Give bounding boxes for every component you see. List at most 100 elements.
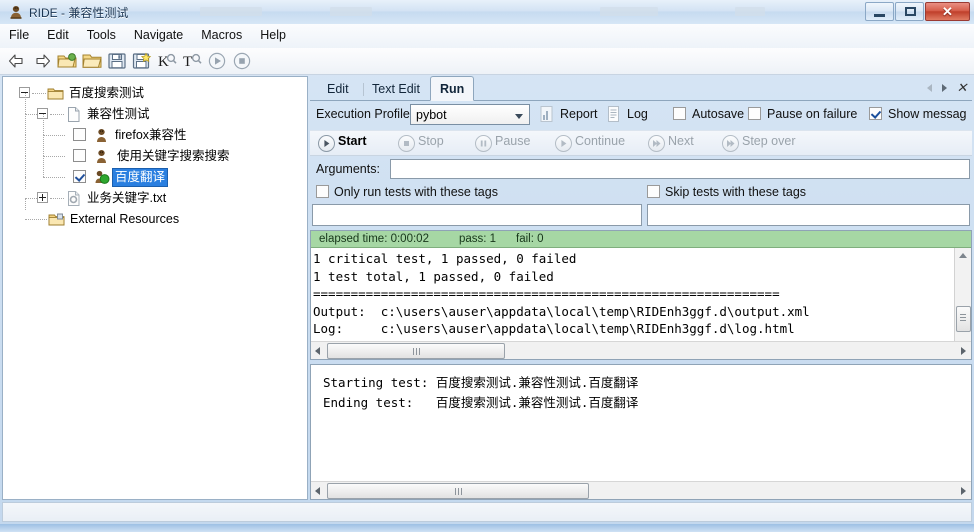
tree-line [25, 93, 26, 114]
pause-button: Pause [475, 134, 530, 152]
tab-bar: Edit Text Edit Run ✕ [310, 76, 972, 101]
tree-row-selected[interactable]: 百度翻译 [3, 156, 307, 188]
tree-line [43, 135, 65, 136]
project-tree-pane: 百度搜索测试 兼容性测试 firefox兼容性 使用关键字搜索搜索 百度翻译 业… [2, 76, 308, 500]
horizontal-scroll-thumb[interactable] [327, 483, 589, 499]
stop-square-icon [398, 135, 415, 152]
execution-profile-select[interactable]: pybot [410, 104, 530, 125]
test-icon [93, 127, 110, 144]
scroll-up-arrow[interactable] [959, 253, 967, 258]
tab-edit[interactable]: Edit [318, 79, 358, 100]
skip-tags-input[interactable] [647, 204, 970, 226]
save-all-icon[interactable] [131, 50, 153, 72]
tree-label: 兼容性测试 [87, 107, 150, 121]
tree-checkbox[interactable] [73, 170, 86, 183]
continue-icon [555, 135, 572, 152]
results-output-panel: elapsed time: 0:00:02 pass: 1 fail: 0 1 … [310, 230, 972, 360]
chevron-left-icon[interactable] [922, 79, 938, 97]
tab-run[interactable]: Run [430, 76, 475, 101]
log-label[interactable]: Log [627, 107, 648, 121]
close-icon[interactable]: ✕ [954, 79, 970, 97]
menu-tools[interactable]: Tools [78, 24, 125, 48]
report-label[interactable]: Report [560, 107, 598, 121]
only-run-tags-input[interactable] [312, 204, 642, 226]
execution-profile-label: Execution Profile: [316, 107, 414, 121]
tag-options-row: Only run tests with these tags Skip test… [310, 183, 972, 205]
window-title: RIDE - 兼容性测试 [29, 6, 129, 20]
scroll-left-arrow[interactable] [315, 347, 320, 355]
vertical-scroll-thumb[interactable] [956, 306, 971, 332]
play-icon [318, 135, 335, 152]
report-icon[interactable] [538, 105, 555, 123]
scroll-right-arrow[interactable] [961, 347, 966, 355]
arguments-row: Arguments: [310, 158, 972, 182]
minimize-button[interactable] [865, 2, 894, 21]
run-icon[interactable] [206, 50, 228, 72]
tree-checkbox[interactable] [73, 149, 86, 162]
tree-row[interactable]: 业务关键字.txt [3, 177, 307, 209]
step-over-icon [722, 135, 739, 152]
run-pane: Edit Text Edit Run ✕ Execution Profile: … [310, 76, 972, 500]
messages-panel: Starting test: 百度搜索测试.兼容性测试.百度翻译 Ending … [310, 364, 972, 500]
svg-text:T: T [183, 54, 192, 70]
show-messages-checkbox[interactable] [869, 107, 882, 120]
tree-row[interactable]: External Resources [3, 198, 307, 230]
tree-line [50, 198, 64, 199]
next-button: Next [648, 134, 694, 152]
resource-icon [65, 190, 82, 207]
new-project-icon[interactable] [56, 50, 78, 72]
tree-line [50, 114, 64, 115]
arguments-input[interactable] [390, 159, 970, 179]
tree-row[interactable]: 兼容性测试 [3, 93, 307, 125]
test-icon [93, 148, 110, 165]
tree-row[interactable]: 百度搜索测试 [3, 83, 307, 104]
menu-file[interactable]: File [0, 24, 38, 48]
tree-checkbox[interactable] [73, 128, 86, 141]
menu-macros[interactable]: Macros [192, 24, 251, 48]
chevron-right-icon[interactable] [938, 79, 954, 97]
autosave-checkbox[interactable] [673, 107, 686, 120]
elapsed-time-label: elapsed time: 0:00:02 [319, 233, 429, 245]
log-icon[interactable] [605, 105, 622, 123]
only-run-tags-checkbox[interactable] [316, 185, 329, 198]
expander-plus-icon[interactable] [37, 192, 50, 205]
tree-line [25, 198, 37, 199]
chevron-down-icon [515, 114, 523, 119]
skip-tags-checkbox[interactable] [647, 185, 660, 198]
only-run-tags-label: Only run tests with these tags [334, 185, 498, 199]
search-tests-icon[interactable]: T [181, 50, 203, 72]
tab-text-edit[interactable]: Text Edit [363, 79, 429, 100]
menu-help[interactable]: Help [251, 24, 295, 48]
next-icon [648, 135, 665, 152]
open-icon[interactable] [81, 50, 103, 72]
folder-icon [47, 85, 64, 102]
forward-icon[interactable] [31, 50, 53, 72]
close-icon: ✕ [942, 4, 953, 19]
save-icon[interactable] [106, 50, 128, 72]
pause-on-failure-checkbox[interactable] [748, 107, 761, 120]
menu-edit[interactable]: Edit [38, 24, 78, 48]
results-horizontal-scrollbar[interactable] [311, 341, 971, 359]
tree-row[interactable]: 使用关键字搜索搜索 [3, 135, 307, 167]
messages-horizontal-scrollbar[interactable] [311, 481, 971, 499]
menu-navigate[interactable]: Navigate [125, 24, 192, 48]
start-button[interactable]: Start [318, 134, 366, 152]
tree-row[interactable]: firefox兼容性 [3, 114, 307, 146]
tree-line [25, 177, 26, 189]
tree-label: 百度翻译 [111, 168, 169, 187]
scroll-right-arrow[interactable] [961, 487, 966, 495]
tree-label: 百度搜索测试 [69, 86, 145, 100]
fail-count-label: fail: 0 [516, 233, 544, 245]
tab-nav-controls: ✕ [922, 79, 970, 97]
maximize-button[interactable] [895, 2, 924, 21]
back-icon[interactable] [6, 50, 28, 72]
stop-button: Stop [398, 134, 444, 152]
horizontal-scroll-thumb[interactable] [327, 343, 505, 359]
stop-icon[interactable] [231, 50, 253, 72]
scroll-left-arrow[interactable] [315, 487, 320, 495]
close-button[interactable]: ✕ [925, 2, 970, 21]
search-keyword-icon[interactable]: K [156, 50, 178, 72]
tree-line [43, 114, 44, 135]
stop-label: Stop [418, 134, 444, 148]
menu-bar: File Edit Tools Navigate Macros Help [0, 24, 974, 49]
